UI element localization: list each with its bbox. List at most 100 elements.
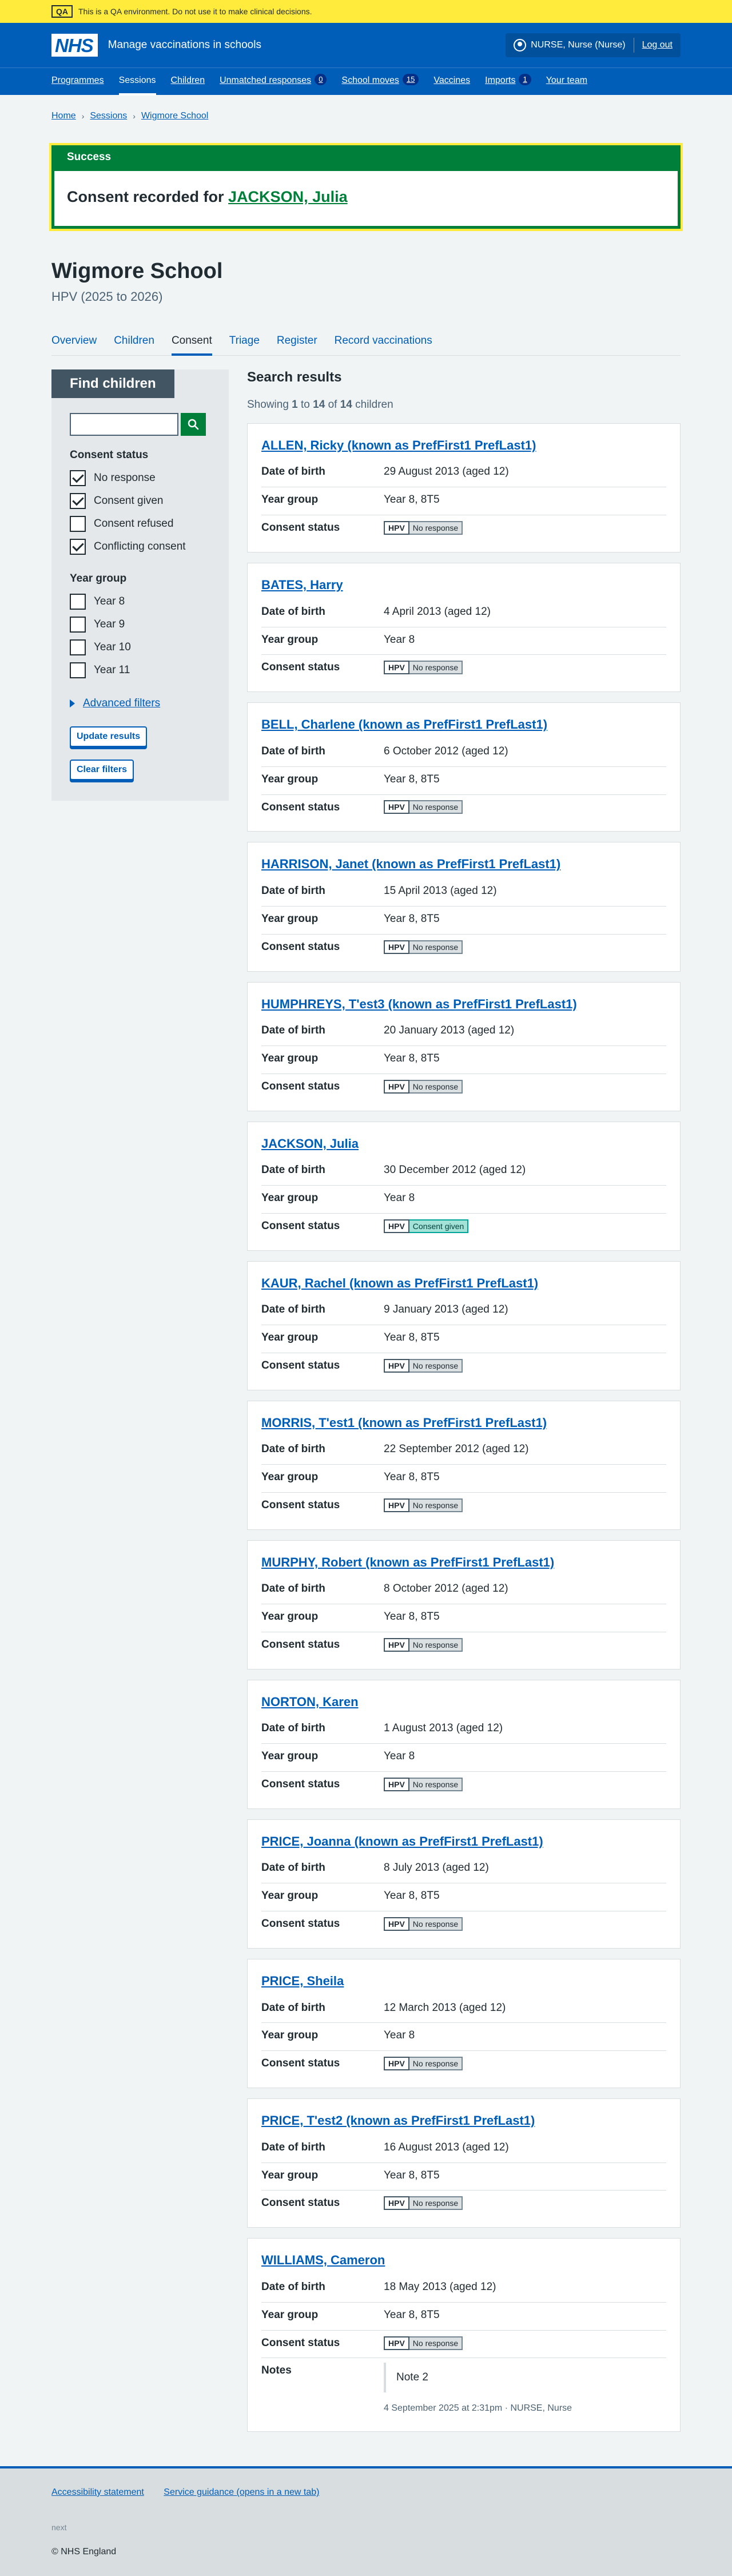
status-badge: HPV No response [384, 521, 463, 535]
row-label: Consent status [261, 2057, 340, 2070]
child-card: MORRIS, T'est1 (known as PrefFirst1 Pref… [247, 1400, 681, 1530]
update-results-button[interactable]: Update results [70, 726, 148, 747]
dob-row: Date of birth 6 October 2012 (aged 12) [261, 739, 666, 767]
nav-sessions[interactable]: Sessions [118, 68, 156, 96]
tab-triage[interactable]: Triage [229, 329, 260, 355]
year-group-option[interactable]: Year 11 [70, 662, 210, 678]
dob-row: Date of birth 8 July 2013 (aged 12) [261, 1855, 666, 1884]
checkbox-checked[interactable] [70, 470, 86, 486]
breadcrumb-home[interactable]: Home [51, 109, 76, 123]
row-label: Consent status [261, 940, 340, 953]
advanced-filters-toggle[interactable]: Advanced filters [70, 695, 210, 711]
page-title: Wigmore School [51, 259, 223, 283]
nav-children[interactable]: Children [171, 68, 205, 96]
row-label: Year group [261, 1052, 319, 1064]
search-button[interactable] [181, 412, 206, 436]
child-name-link[interactable]: PRICE, T'est2 (known as PrefFirst1 PrefL… [261, 2112, 666, 2130]
checkbox-label: Year 8 [94, 595, 125, 607]
consent-status-option[interactable]: Conflicting consent [70, 538, 210, 555]
year-group-option[interactable]: Year 8 [70, 593, 210, 610]
child-name-link[interactable]: KAUR, Rachel (known as PrefFirst1 PrefLa… [261, 1274, 666, 1293]
year-group-row: Year group Year 8, 8T5 [261, 1046, 666, 1074]
nav-programmes[interactable]: Programmes [51, 68, 104, 96]
clear-filters-button[interactable]: Clear filters [70, 759, 134, 780]
consent-status-tag: No response [409, 2336, 463, 2350]
checkbox-label: Conflicting consent [94, 540, 186, 552]
tab-consent[interactable]: Consent [171, 329, 212, 356]
year-group-legend: Year group [70, 572, 127, 585]
row-label: Date of birth [261, 745, 325, 757]
nav-school-moves[interactable]: School moves 15 [341, 68, 419, 96]
checkbox[interactable] [70, 616, 86, 633]
tab-record-vaccinations[interactable]: Record vaccinations [335, 329, 432, 355]
footer-guidance-link[interactable]: Service guidance (opens in a new tab) [164, 2487, 319, 2497]
dob-row: Date of birth 18 May 2013 (aged 12) [261, 2275, 666, 2303]
tab-register[interactable]: Register [277, 329, 317, 355]
child-name-link[interactable]: WILLIAMS, Cameron [261, 2251, 666, 2269]
checkbox[interactable] [70, 639, 86, 655]
row-label: Date of birth [261, 605, 325, 618]
year-group-value: Year 8, 8T5 [384, 1331, 440, 1343]
programme-tag: HPV [384, 2336, 409, 2350]
year-group-option[interactable]: Year 10 [70, 639, 210, 655]
search-input[interactable] [70, 412, 178, 436]
child-name-link[interactable]: HUMPHREYS, T'est3 (known as PrefFirst1 P… [261, 995, 666, 1013]
child-name-link[interactable]: ALLEN, Ricky (known as PrefFirst1 PrefLa… [261, 436, 666, 455]
breadcrumb-sessions[interactable]: Sessions [90, 109, 127, 123]
consent-status-option[interactable]: No response [70, 470, 210, 486]
checkbox[interactable] [70, 662, 86, 678]
row-label: Year group [261, 1750, 319, 1763]
child-name-link[interactable]: PRICE, Sheila [261, 1972, 666, 1990]
child-name-link[interactable]: MURPHY, Robert (known as PrefFirst1 Pref… [261, 1553, 666, 1572]
child-name-link[interactable]: BATES, Harry [261, 576, 666, 594]
checkbox-checked[interactable] [70, 492, 86, 509]
year-group-value: Year 8, 8T5 [384, 1052, 440, 1064]
row-label: Consent status [261, 1778, 340, 1791]
row-label: Consent status [261, 1359, 340, 1372]
year-group-value: Year 8, 8T5 [384, 1611, 440, 1623]
row-label: Year group [261, 912, 319, 925]
row-label: Consent status [261, 2336, 340, 2349]
consent-status-option[interactable]: Consent given [70, 492, 210, 509]
year-group-option[interactable]: Year 9 [70, 616, 210, 633]
notification-child-link[interactable]: JACKSON, Julia [228, 188, 348, 205]
breadcrumb-school[interactable]: Wigmore School [141, 109, 208, 123]
advanced-filters-link[interactable]: Advanced filters [83, 695, 160, 711]
consent-status-row: Consent status HPV No response [261, 1074, 666, 1102]
child-name-link[interactable]: BELL, Charlene (known as PrefFirst1 Pref… [261, 715, 666, 734]
row-label: Year group [261, 2029, 319, 2042]
notification-heading: Success [54, 148, 678, 171]
checkbox-checked[interactable] [70, 538, 86, 555]
year-group-row: Year group Year 8 [261, 1186, 666, 1214]
status-badge: HPV No response [384, 1079, 463, 1094]
nav-your-team[interactable]: Your team [546, 68, 587, 96]
footer-accessibility-link[interactable]: Accessibility statement [51, 2487, 144, 2497]
child-name-link[interactable]: NORTON, Karen [261, 1693, 666, 1711]
consent-status-tag: No response [409, 1638, 463, 1652]
nav-imports[interactable]: Imports 1 [485, 68, 531, 96]
tab-overview[interactable]: Overview [51, 329, 97, 355]
year-group-row: Year group Year 8 [261, 1744, 666, 1772]
child-name-link[interactable]: HARRISON, Janet (known as PrefFirst1 Pre… [261, 855, 666, 873]
nhs-logo[interactable]: NHS [51, 34, 98, 57]
consent-status-option[interactable]: Consent refused [70, 515, 210, 532]
year-group-row: Year group Year 8, 8T5 [261, 767, 666, 795]
child-name-link[interactable]: MORRIS, T'est1 (known as PrefFirst1 Pref… [261, 1414, 666, 1432]
nav-vaccines[interactable]: Vaccines [433, 68, 470, 96]
year-group-row: Year group Year 8, 8T5 [261, 2303, 666, 2331]
child-name-link[interactable]: PRICE, Joanna (known as PrefFirst1 PrefL… [261, 1832, 666, 1851]
logout-link[interactable]: Log out [642, 38, 673, 52]
tab-children[interactable]: Children [114, 329, 154, 355]
dob-row: Date of birth 20 January 2013 (aged 12) [261, 1018, 666, 1046]
year-group-value: Year 8 [384, 1750, 415, 1763]
success-notification: Success Consent recorded for JACKSON, Ju… [49, 143, 683, 231]
service-name[interactable]: Manage vaccinations in schools [108, 37, 261, 53]
checkbox[interactable] [70, 515, 86, 532]
child-name-link[interactable]: JACKSON, Julia [261, 1135, 666, 1153]
consent-status-row: Consent status HPV No response [261, 1911, 666, 1939]
checkbox[interactable] [70, 593, 86, 610]
year-group-row: Year group Year 8 [261, 627, 666, 655]
dob-row: Date of birth 9 January 2013 (aged 12) [261, 1297, 666, 1325]
nav-unmatched-responses[interactable]: Unmatched responses 0 [220, 68, 327, 96]
child-card: ALLEN, Ricky (known as PrefFirst1 PrefLa… [247, 423, 681, 553]
